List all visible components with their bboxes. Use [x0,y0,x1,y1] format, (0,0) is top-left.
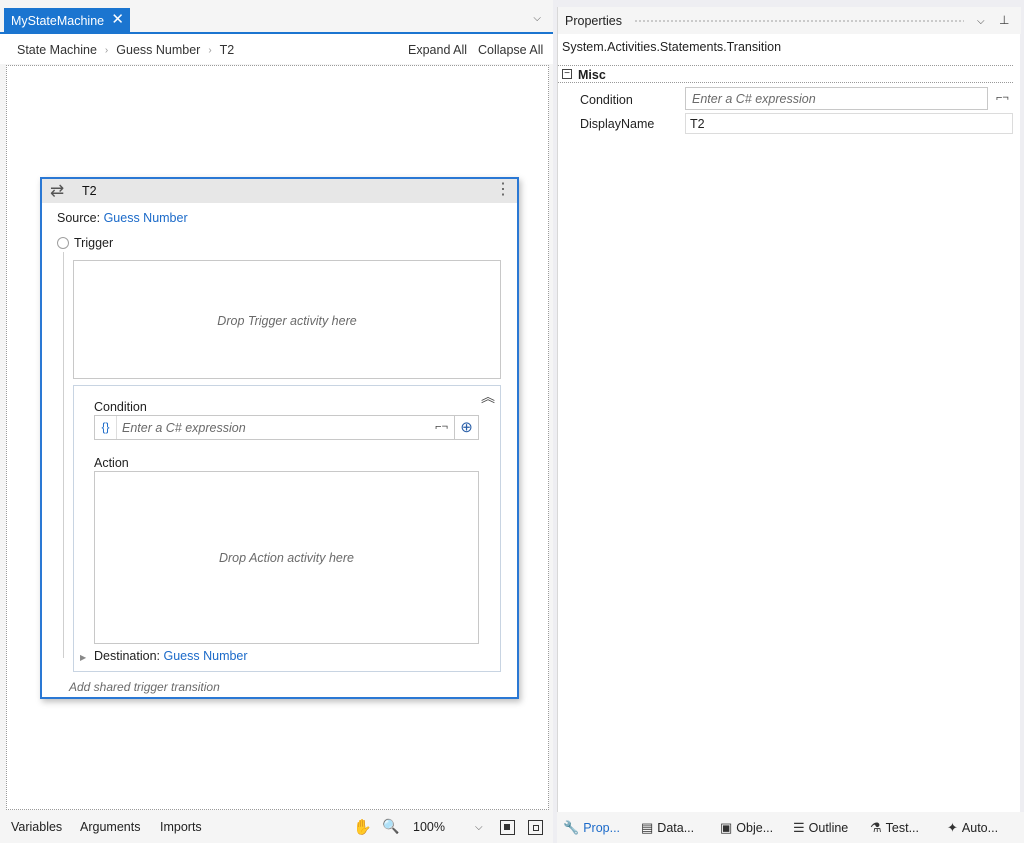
properties-header: Properties ⌵ ⊥ [558,7,1021,34]
zoom-dropdown-icon[interactable]: ⌵ [475,822,483,833]
tab-test[interactable]: ⚗ Test... [870,820,919,836]
expand-editor-icon[interactable]: ⌐¬ [435,421,448,433]
transition-header[interactable]: ⇄ T2 ⋮ [42,179,517,203]
drag-grip[interactable] [634,19,964,24]
imports-tab[interactable]: Imports [160,820,202,834]
add-circle-icon[interactable]: ⊕ [455,415,479,440]
condition-label: Condition [94,400,147,414]
action-drop-hint: Drop Action activity here [218,551,354,565]
source-label: Source: [57,211,104,225]
expand-editor-icon[interactable]: ⌐¬ [996,92,1009,104]
breadcrumb-item-t2[interactable]: T2 [220,43,235,57]
close-icon[interactable]: ✕ [111,12,124,28]
destination-label: Destination: [94,649,164,663]
expand-arrow-icon[interactable]: ▶ [80,653,86,662]
data-manager-icon: ▤ [641,820,654,835]
document-tabstrip: MyStateMachine ✕ ⌵ [0,0,553,34]
tab-data[interactable]: ▤ Data... [641,820,694,836]
tab-label: Data... [657,821,695,835]
add-shared-trigger-link[interactable]: Add shared trigger transition [69,680,220,694]
chevron-down-icon[interactable]: ⌵ [533,13,541,24]
braces-icon: {} [95,416,117,439]
collapse-up-icon[interactable]: ︽ [481,387,495,407]
zoom-icon[interactable]: 🔍 [382,818,399,835]
tab-outline[interactable]: ☰ Outline [793,820,848,836]
breadcrumb: State Machine › Guess Number › T2 [17,43,234,57]
tab-properties[interactable]: 🔧 Prop... [563,820,620,836]
tab-label: Auto... [961,821,999,835]
designer-pane: MyStateMachine ✕ ⌵ State Machine › Guess… [0,0,553,843]
transition-swap-icon: ⇄ [50,181,65,200]
wrench-icon: 🔧 [563,820,580,835]
condition-action-section: ︽ Condition {} Enter a C# expression ⌐¬ … [73,385,501,672]
condition-placeholder: Enter a C# expression [122,421,246,435]
tool-window-tabs: 🔧 Prop... ▤ Data... ▣ Obje... ☰ Outline ⚗ Tes… [557,812,1024,843]
tab-label: Obje... [736,821,774,835]
outline-icon: ☰ [793,820,805,835]
source-row: Source: Guess Number [57,211,188,225]
properties-pane: Properties ⌵ ⊥ System.Activities.Stateme… [557,7,1021,843]
tab-label: Test... [885,821,919,835]
displayname-property-input[interactable]: T2 [685,113,1013,134]
document-tab-title: MyStateMachine [11,14,105,28]
tab-autopilot[interactable]: ✦ Auto... [947,820,998,836]
zoom-level[interactable]: 100% [413,820,445,834]
object-repository-icon: ▣ [720,820,733,835]
more-options-icon[interactable]: ⋮ [495,180,511,200]
action-drop-zone[interactable]: Drop Action activity here [94,471,479,644]
pin-icon[interactable]: ⊥ [999,13,1009,27]
trigger-drop-zone[interactable]: Drop Trigger activity here [73,260,501,379]
fit-to-screen-icon[interactable] [500,820,515,835]
chevron-down-icon[interactable]: ⌵ [977,16,985,27]
destination-row: Destination: Guess Number [94,649,248,663]
arguments-tab[interactable]: Arguments [80,820,140,834]
chevron-right-icon: › [104,44,109,56]
destination-link[interactable]: Guess Number [163,649,247,663]
trigger-label: Trigger [74,236,114,250]
tab-objects[interactable]: ▣ Obje... [720,820,773,836]
action-label: Action [94,456,129,470]
condition-property-input[interactable]: Enter a C# expression [685,87,988,110]
flask-icon: ⚗ [870,820,882,835]
breadcrumb-item-state-machine[interactable]: State Machine [17,43,97,57]
designer-canvas[interactable]: ⇄ T2 ⋮ Source: Guess Number Trigger Drop… [6,65,549,810]
tab-label: Prop... [583,821,621,835]
collapse-minus-icon[interactable]: − [562,69,572,79]
transition-card[interactable]: ⇄ T2 ⋮ Source: Guess Number Trigger Drop… [40,177,519,699]
overview-icon[interactable] [528,820,543,835]
breadcrumb-item-guess-number[interactable]: Guess Number [116,43,200,57]
variables-tab[interactable]: Variables [11,820,62,834]
sparkle-icon: ✦ [947,820,958,835]
category-label: Misc [578,68,606,82]
category-misc[interactable]: − Misc [558,65,1013,83]
collapse-all-button[interactable]: Collapse All [478,43,543,57]
properties-title: Properties [565,14,622,28]
document-tab[interactable]: MyStateMachine ✕ [4,8,130,34]
designer-bottom-bar: Variables Arguments Imports ✋ 🔍 100% ⌵ [0,812,553,843]
trigger-radio[interactable] [57,237,69,249]
expand-all-button[interactable]: Expand All [408,43,467,57]
transition-title: T2 [82,184,97,198]
chevron-right-icon: › [208,44,212,56]
condition-expression-input[interactable]: {} Enter a C# expression ⌐¬ [94,415,455,440]
property-name-condition: Condition [580,93,633,107]
property-name-displayname: DisplayName [580,117,655,131]
selected-object-type: System.Activities.Statements.Transition [562,40,782,54]
breadcrumb-bar: State Machine › Guess Number › T2 Expand… [0,34,553,64]
tab-label: Outline [808,821,849,835]
source-link[interactable]: Guess Number [104,211,188,225]
trigger-connector-line [63,252,64,658]
trigger-drop-hint: Drop Trigger activity here [217,314,357,328]
trigger-row: Trigger [57,236,113,250]
pan-hand-icon[interactable]: ✋ [353,818,372,836]
